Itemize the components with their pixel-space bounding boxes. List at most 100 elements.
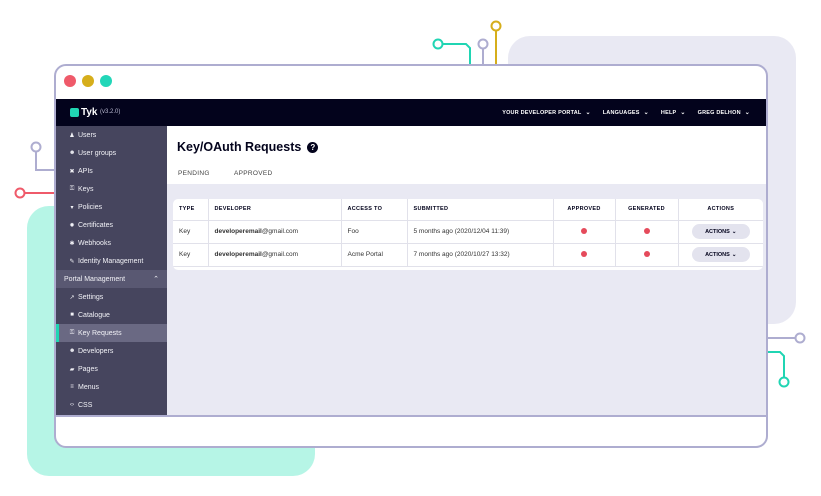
actions-button[interactable]: ACTIONS ⌄	[691, 247, 750, 262]
col-actions: ACTIONS	[678, 199, 763, 221]
cell-developer: developeremail@gmail.com	[208, 243, 342, 267]
status-dot-icon	[643, 227, 650, 234]
chevron-down-icon: ⌄	[643, 110, 649, 116]
catalogue-icon: ■	[70, 312, 74, 318]
col-submitted: SUBMITTED	[407, 199, 554, 221]
webhooks-icon: ✱	[69, 240, 75, 247]
page-title: Key/OAuth Requests ?	[177, 140, 319, 154]
col-developer: DEVELOPER	[208, 199, 342, 221]
sidebar-item-label: Policies	[78, 203, 103, 211]
certificates-icon: ✹	[69, 222, 75, 229]
table-row[interactable]: Key developeremail@gmail.com Acme Portal…	[173, 243, 763, 267]
sidebar-item-pages[interactable]: ▰ Pages	[56, 360, 167, 378]
cell-type: Key	[173, 243, 209, 267]
page-title-text: Key/OAuth Requests	[177, 140, 302, 154]
cell-approved	[553, 243, 616, 267]
sidebar-item-css[interactable]: ‹› CSS	[56, 396, 167, 414]
main-content: Key/OAuth Requests ? PENDING APPROVED TY…	[167, 126, 766, 415]
sidebar-item-label: Menus	[78, 383, 100, 391]
sidebar-item-catalogue[interactable]: ■ Catalogue	[56, 306, 167, 324]
col-generated: GENERATED	[615, 199, 679, 221]
cell-submitted: 5 months ago (2020/12/04 11:39)	[407, 220, 554, 244]
col-approved: APPROVED	[553, 199, 616, 221]
section-label: Portal Management	[64, 275, 126, 283]
sidebar-item-settings[interactable]: ↗ Settings	[56, 288, 167, 306]
user-groups-icon: ☻	[69, 150, 76, 156]
developer-email-user: developeremail	[214, 251, 262, 258]
settings-icon: ↗	[69, 294, 75, 301]
sidebar-item-label: Webhooks	[78, 239, 111, 247]
sidebar-item-identity-management[interactable]: ✎ Identity Management	[56, 252, 167, 270]
sidebar-item-key-requests[interactable]: ⚿ Key Requests	[56, 324, 167, 342]
nav-user-menu[interactable]: GREG DELHON ⌄	[698, 109, 750, 117]
sidebar-item-label: CSS	[78, 401, 93, 409]
top-nav-menu: YOUR DEVELOPER PORTAL ⌄ LANGUAGES ⌄ HELP ⌄ …	[502, 109, 750, 117]
tyk-logo-icon	[70, 108, 79, 117]
tab-approved[interactable]: APPROVED	[234, 170, 273, 177]
sidebar-item-label: Keys	[78, 185, 94, 193]
nav-label: HELP	[660, 109, 677, 116]
chevron-down-icon: ⌄	[680, 110, 686, 116]
developer-email-domain: @gmail.com	[261, 228, 299, 235]
sidebar-item-label: APIs	[78, 167, 93, 175]
chevron-up-icon: ⌃	[153, 276, 159, 283]
sidebar-item-label: Pages	[78, 365, 98, 373]
sidebar-item-users[interactable]: ♟ Users	[56, 126, 167, 144]
developer-email-user: developeremail	[214, 228, 262, 235]
chevron-down-icon: ⌄	[731, 251, 737, 258]
help-icon[interactable]: ?	[307, 141, 319, 153]
cell-actions: ACTIONS ⌄	[678, 220, 763, 244]
sidebar-item-label: User groups	[78, 149, 117, 157]
sidebar-item-menus[interactable]: ≡ Menus	[56, 378, 167, 396]
pages-icon: ▰	[69, 366, 75, 373]
sidebar-item-webhooks[interactable]: ✱ Webhooks	[56, 234, 167, 252]
maximize-window-button[interactable]	[100, 75, 112, 87]
css-icon: ‹›	[70, 402, 74, 408]
developers-icon: ☻	[69, 348, 76, 354]
sidebar: ♟ Users ☻ User groups ✖ APIs ⚿ Keys ▾ Policie…	[56, 126, 167, 415]
nav-languages[interactable]: LANGUAGES ⌄	[602, 109, 649, 117]
sidebar-item-label: Identity Management	[78, 257, 144, 265]
sidebar-section-portal-management[interactable]: Portal Management ⌃	[56, 270, 167, 288]
sidebar-item-developers[interactable]: ☻ Developers	[56, 342, 167, 360]
col-access-to: ACCESS TO	[341, 199, 408, 221]
table-row[interactable]: Key developeremail@gmail.com Foo 5 month…	[173, 220, 763, 244]
minimize-window-button[interactable]	[82, 75, 94, 87]
key-requests-icon: ⚿	[69, 329, 75, 336]
status-dot-icon	[643, 250, 650, 257]
apis-icon: ✖	[69, 168, 75, 175]
page-header: Key/OAuth Requests ? PENDING APPROVED	[167, 126, 766, 184]
cell-access-to: Foo	[341, 220, 408, 244]
nav-label: LANGUAGES	[602, 109, 640, 116]
actions-label: ACTIONS	[705, 228, 730, 235]
logo-text: Tyk	[81, 107, 98, 118]
close-window-button[interactable]	[64, 75, 76, 87]
sidebar-item-keys[interactable]: ⚿ Keys	[56, 180, 167, 198]
developer-email-domain: @gmail.com	[261, 251, 299, 258]
user-icon: ♟	[69, 132, 75, 139]
table-header-row: TYPE DEVELOPER ACCESS TO SUBMITTED APPRO…	[173, 199, 763, 221]
cell-access-to: Acme Portal	[341, 243, 408, 267]
sidebar-item-certificates[interactable]: ✹ Certificates	[56, 216, 167, 234]
sidebar-item-label: Developers	[78, 347, 114, 355]
chevron-down-icon: ⌄	[585, 110, 591, 116]
tab-pending[interactable]: PENDING	[178, 170, 210, 177]
sidebar-item-user-groups[interactable]: ☻ User groups	[56, 144, 167, 162]
nav-developer-portal[interactable]: YOUR DEVELOPER PORTAL ⌄	[502, 109, 591, 117]
tyk-logo[interactable]: Tyk	[70, 107, 98, 118]
identity-icon: ✎	[69, 258, 75, 265]
status-dot-icon	[581, 250, 587, 257]
nav-help[interactable]: HELP ⌄	[660, 109, 686, 117]
version-label: (v3.2.0)	[100, 109, 121, 115]
cell-developer: developeremail@gmail.com	[208, 220, 342, 244]
sidebar-item-label: Key Requests	[78, 329, 122, 337]
sidebar-item-label: Settings	[78, 293, 104, 301]
requests-table-card: TYPE DEVELOPER ACCESS TO SUBMITTED APPRO…	[173, 199, 763, 270]
browser-window: Tyk (v3.2.0) YOUR DEVELOPER PORTAL ⌄ LANG…	[54, 64, 768, 448]
actions-button[interactable]: ACTIONS ⌄	[691, 224, 750, 239]
sidebar-item-label: Certificates	[78, 221, 114, 229]
sidebar-item-label: Users	[78, 131, 97, 139]
sidebar-item-policies[interactable]: ▾ Policies	[56, 198, 167, 216]
sidebar-item-apis[interactable]: ✖ APIs	[56, 162, 167, 180]
cell-generated	[615, 243, 679, 267]
